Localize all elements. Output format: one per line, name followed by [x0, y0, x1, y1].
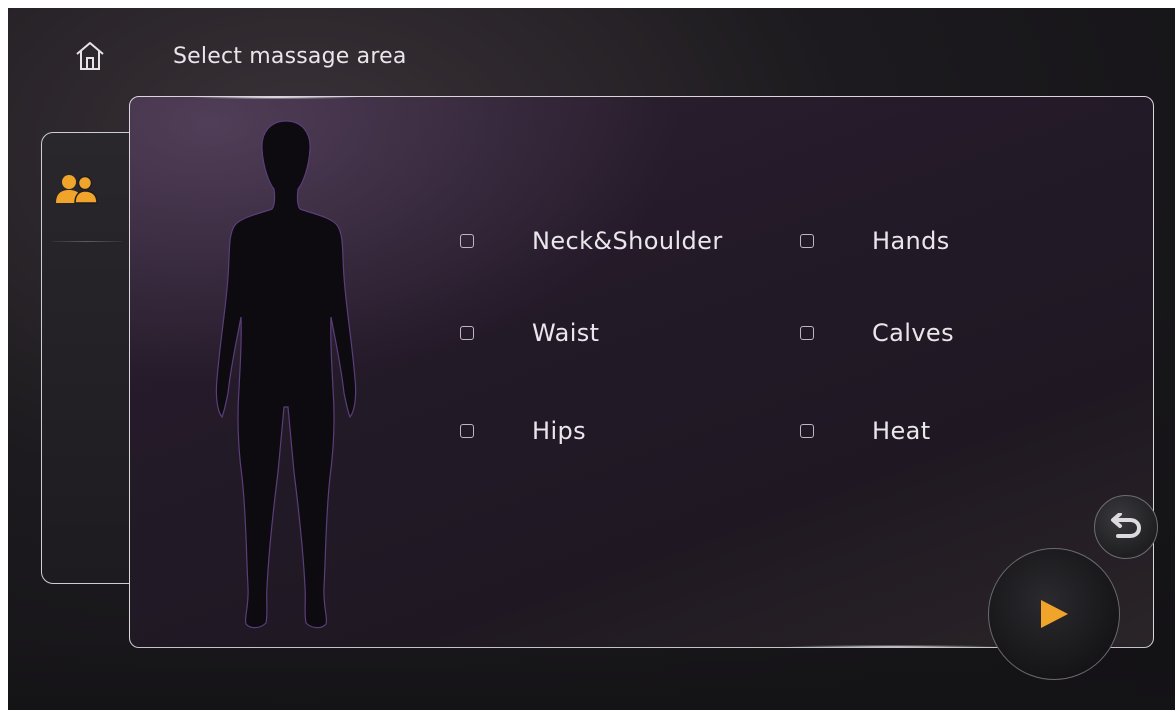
return-arrow-icon: [1111, 513, 1142, 538]
checkbox-calves[interactable]: [800, 326, 814, 340]
users-icon: [56, 175, 98, 204]
home-button[interactable]: [72, 36, 108, 76]
panel-glow: [783, 645, 1003, 647]
panel-glow: [190, 97, 360, 99]
option-label: Calves: [872, 319, 955, 347]
massage-area-panel: Neck&Shoulder Hands Waist Calves Hips He…: [129, 96, 1154, 648]
user-mode-button[interactable]: [54, 169, 100, 209]
start-button[interactable]: [988, 548, 1120, 680]
option-label: Neck&Shoulder: [532, 227, 723, 255]
checkbox-hips[interactable]: [460, 424, 474, 438]
home-icon: [76, 42, 104, 70]
option-label: Hands: [872, 227, 950, 255]
checkbox-waist[interactable]: [460, 326, 474, 340]
option-label: Hips: [532, 417, 587, 445]
option-label: Waist: [532, 319, 600, 347]
page-title: Select massage area: [173, 44, 407, 69]
option-heat[interactable]: Heat: [800, 417, 931, 445]
back-button[interactable]: [1094, 495, 1158, 559]
option-hands[interactable]: Hands: [800, 227, 950, 255]
body-silhouette: [215, 120, 357, 629]
app-screen: Select massage area Neck&Shoulder Hands: [8, 8, 1175, 710]
checkbox-neck-shoulder[interactable]: [460, 234, 474, 248]
option-hips[interactable]: Hips: [460, 417, 586, 445]
option-waist[interactable]: Waist: [460, 319, 599, 347]
option-label: Heat: [872, 417, 931, 445]
checkbox-hands[interactable]: [800, 234, 814, 248]
play-icon: [1041, 600, 1068, 628]
option-neck-shoulder[interactable]: Neck&Shoulder: [460, 227, 723, 255]
side-divider: [52, 241, 122, 242]
option-calves[interactable]: Calves: [800, 319, 954, 347]
checkbox-heat[interactable]: [800, 424, 814, 438]
